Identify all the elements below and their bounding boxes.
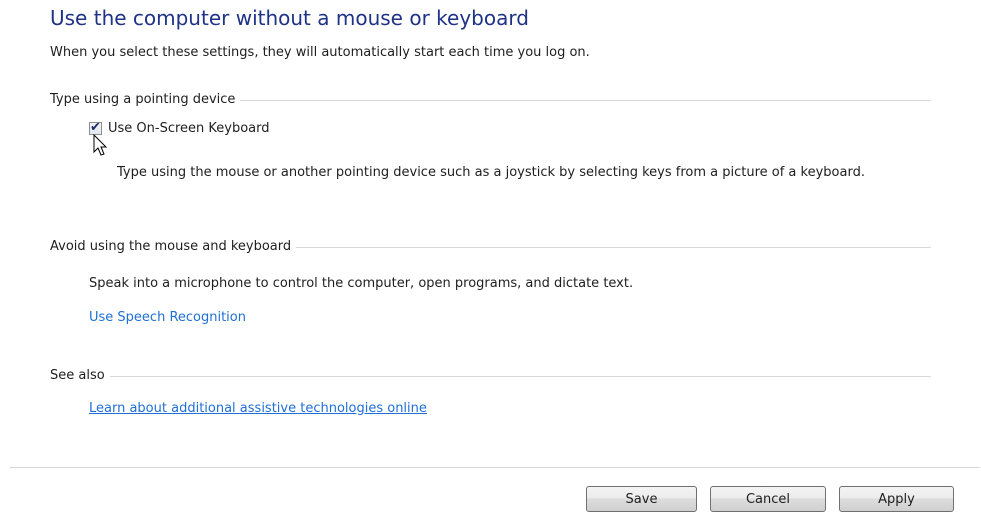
mouse-pointer-icon (93, 133, 109, 162)
save-button[interactable]: Save (586, 486, 697, 512)
footer-divider (10, 467, 980, 468)
on-screen-keyboard-label[interactable]: Use On-Screen Keyboard (108, 121, 270, 136)
section-header-see-also: See also (50, 366, 931, 384)
section-header-label: Avoid using the mouse and keyboard (50, 238, 292, 254)
section-divider (240, 99, 931, 101)
assistive-technologies-link[interactable]: Learn about additional assistive technol… (89, 401, 427, 416)
page-title: Use the computer without a mouse or keyb… (50, 6, 529, 30)
apply-button[interactable]: Apply (839, 486, 954, 512)
section-header-label: See also (50, 367, 105, 383)
speech-description: Speak into a microphone to control the c… (89, 276, 634, 291)
on-screen-keyboard-option[interactable]: ✔ Use On-Screen Keyboard (89, 120, 270, 136)
section-header-label: Type using a pointing device (50, 91, 236, 107)
section-header-pointing: Type using a pointing device (50, 90, 931, 108)
section-header-avoid: Avoid using the mouse and keyboard (50, 237, 931, 255)
speech-recognition-link[interactable]: Use Speech Recognition (89, 310, 246, 325)
page-subtitle: When you select these settings, they wil… (50, 45, 590, 60)
section-divider (296, 246, 931, 248)
on-screen-keyboard-description: Type using the mouse or another pointing… (117, 165, 865, 180)
section-divider (109, 375, 931, 377)
cancel-button[interactable]: Cancel (710, 486, 826, 512)
